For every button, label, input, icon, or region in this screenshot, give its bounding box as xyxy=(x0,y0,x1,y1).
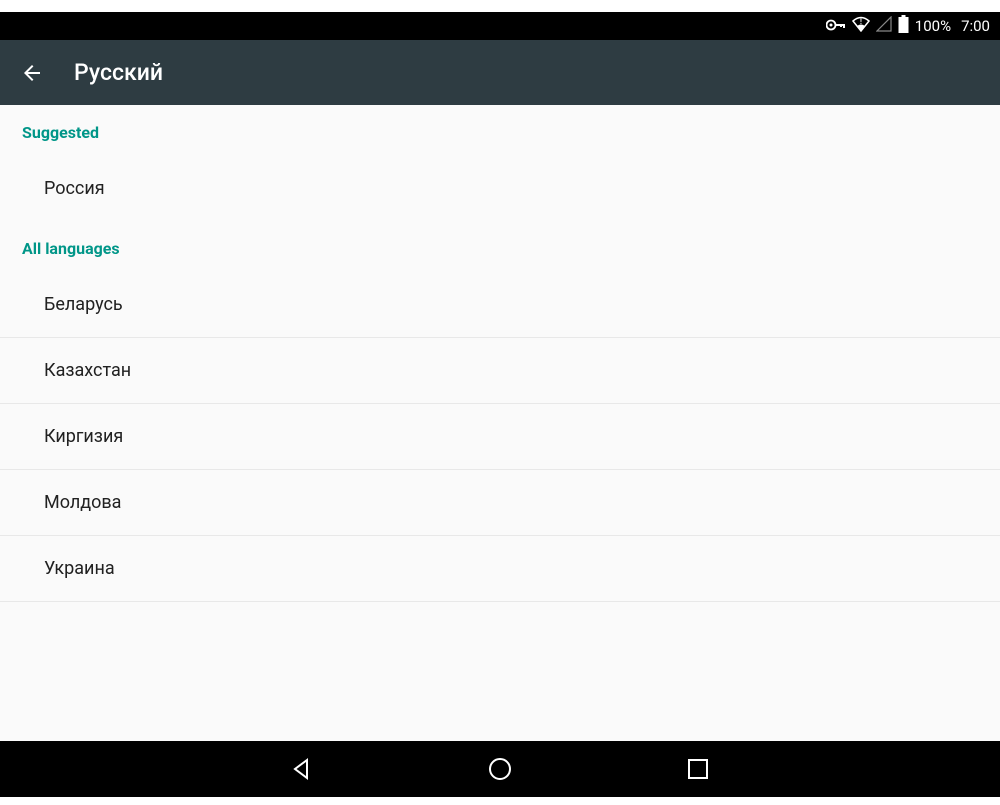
vpn-key-icon xyxy=(826,17,846,35)
navigation-bar xyxy=(0,741,1000,797)
list-item[interactable]: Молдова xyxy=(0,470,1000,536)
wifi-icon: ! xyxy=(852,16,870,36)
bottom-gap xyxy=(0,797,1000,805)
battery-icon xyxy=(898,15,909,37)
suggested-header: Suggested xyxy=(0,105,1000,156)
status-bar: ! 100% 7:00 xyxy=(0,12,1000,40)
signal-icon xyxy=(876,16,892,36)
list-item[interactable]: Беларусь xyxy=(0,272,1000,338)
all-languages-header: All languages xyxy=(0,221,1000,272)
list-item[interactable]: Казахстан xyxy=(0,338,1000,404)
back-button[interactable] xyxy=(20,61,44,85)
list-item[interactable]: Киргизия xyxy=(0,404,1000,470)
page-title: Русский xyxy=(74,59,163,86)
nav-home-button[interactable] xyxy=(486,755,514,783)
list-item[interactable]: Украина xyxy=(0,536,1000,602)
top-gap xyxy=(0,0,1000,12)
nav-recent-button[interactable] xyxy=(684,755,712,783)
status-clock: 7:00 xyxy=(961,17,990,35)
content-area: Suggested Россия All languages Беларусь … xyxy=(0,105,1000,741)
app-bar: Русский xyxy=(0,40,1000,105)
battery-percent: 100% xyxy=(915,17,951,35)
status-icons: ! 100% 7:00 xyxy=(826,15,990,37)
nav-back-button[interactable] xyxy=(288,755,316,783)
svg-text:!: ! xyxy=(860,18,862,26)
list-item[interactable]: Россия xyxy=(0,156,1000,221)
